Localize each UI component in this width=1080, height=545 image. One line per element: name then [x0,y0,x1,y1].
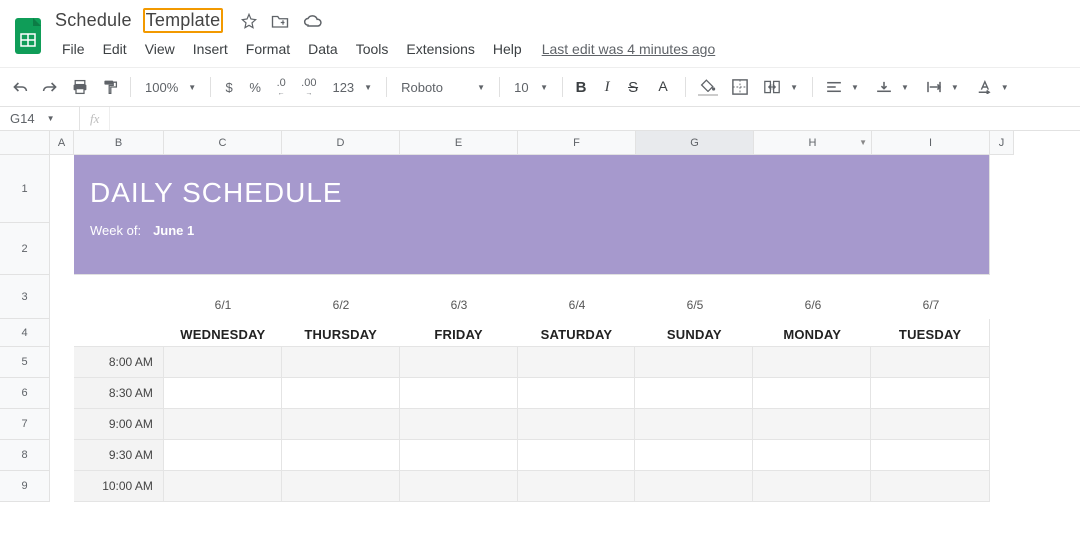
date-3: 6/4 [569,298,586,312]
text-wrap-button[interactable]: ▼ [919,74,967,100]
day-3: SATURDAY [541,327,613,342]
menu-bar: File Edit View Insert Format Data Tools … [54,35,715,63]
toolbar: 100%▼ $ % .0← .00→ 123▼ Roboto▼ 10▼ B I … [0,67,1080,107]
menu-help[interactable]: Help [485,37,530,61]
col-header-E[interactable]: E [400,131,518,155]
date-2: 6/3 [451,298,468,312]
row-header-6[interactable]: 6 [0,378,50,409]
col-header-H[interactable]: H▼ [754,131,872,155]
col-header-A[interactable]: A [50,131,74,155]
chevron-down-icon[interactable]: ▼ [859,138,867,147]
date-4: 6/5 [687,298,704,312]
percent-button[interactable]: % [243,74,267,100]
menu-extensions[interactable]: Extensions [398,37,482,61]
decrease-decimal-button[interactable]: .0← [269,74,293,100]
title-banner[interactable]: DAILY SCHEDULE Week of: June 1 [74,155,990,275]
last-edit-link[interactable]: Last edit was 4 minutes ago [542,41,716,57]
time-row-1[interactable]: 8:30 AM [74,378,990,409]
time-row-0[interactable]: 8:00 AM [74,347,990,378]
merge-cells-button[interactable]: ▼ [756,74,806,100]
day-2: FRIDAY [434,327,482,342]
col-header-D[interactable]: D [282,131,400,155]
font-family-dropdown[interactable]: Roboto▼ [393,74,493,100]
row-header-3[interactable]: 3 [0,275,50,319]
col-header-B[interactable]: B [74,131,164,155]
menu-file[interactable]: File [54,37,93,61]
day-4: SUNDAY [667,327,722,342]
currency-button[interactable]: $ [217,74,241,100]
print-button[interactable] [66,74,94,100]
font-size-dropdown[interactable]: 10▼ [506,74,556,100]
vertical-align-button[interactable]: ▼ [869,74,917,100]
row-header-2[interactable]: 2 [0,223,50,275]
menu-format[interactable]: Format [238,37,298,61]
text-rotation-button[interactable]: ▼ [969,74,1017,100]
row-header-9[interactable]: 9 [0,471,50,502]
cloud-saved-icon[interactable] [303,13,323,29]
move-icon[interactable] [271,13,289,29]
title-bar: Schedule Template File Edit View Insert … [0,0,1080,63]
bold-button[interactable]: B [569,74,593,100]
doc-title-part2-highlighted[interactable]: Template [143,8,224,33]
doc-title-part1[interactable]: Schedule [54,8,133,33]
formula-input[interactable] [110,107,1080,130]
row-header-7[interactable]: 7 [0,409,50,440]
sheet-cells[interactable]: DAILY SCHEDULE Week of: June 1 6/1 6/2 6/… [50,155,1080,536]
col-header-F[interactable]: F [518,131,636,155]
zoom-dropdown[interactable]: 100%▼ [137,74,204,100]
row-header-4[interactable]: 4 [0,319,50,347]
fx-label: fx [80,107,110,130]
date-1: 6/2 [333,298,350,312]
row-header-8[interactable]: 8 [0,440,50,471]
row-header-5[interactable]: 5 [0,347,50,378]
paint-format-button[interactable] [96,74,124,100]
menu-tools[interactable]: Tools [348,37,397,61]
name-box[interactable]: G14▼ [0,107,80,130]
borders-button[interactable] [726,74,754,100]
redo-button[interactable] [36,74,64,100]
undo-button[interactable] [6,74,34,100]
menu-insert[interactable]: Insert [185,37,236,61]
row-header-1[interactable]: 1 [0,155,50,223]
select-all-corner[interactable] [0,131,50,155]
time-row-3[interactable]: 9:30 AM [74,440,990,471]
day-0: WEDNESDAY [180,327,265,342]
fill-color-button[interactable] [692,74,724,100]
italic-button[interactable]: I [595,74,619,100]
text-color-button[interactable]: A [647,74,679,100]
col-header-J[interactable]: J [990,131,1014,155]
spreadsheet-grid: 1 2 3 4 5 6 7 8 9 A B C D E F G H▼ I J D… [0,131,1080,536]
day-6: TUESDAY [899,327,961,342]
horizontal-align-button[interactable]: ▼ [819,74,867,100]
day-1: THURSDAY [304,327,377,342]
col-header-I[interactable]: I [872,131,990,155]
formula-bar-row: G14▼ fx [0,107,1080,131]
strikethrough-button[interactable]: S [621,74,645,100]
increase-decimal-button[interactable]: .00→ [295,74,322,100]
sheets-logo[interactable] [8,16,48,56]
star-icon[interactable] [241,13,257,29]
day-5: MONDAY [783,327,841,342]
date-5: 6/6 [805,298,822,312]
number-format-dropdown[interactable]: 123▼ [324,74,380,100]
menu-data[interactable]: Data [300,37,346,61]
schedule-title: DAILY SCHEDULE [90,177,973,209]
col-header-C[interactable]: C [164,131,282,155]
menu-view[interactable]: View [137,37,183,61]
menu-edit[interactable]: Edit [95,37,135,61]
week-of-label: Week of: [90,223,141,238]
date-0: 6/1 [215,298,232,312]
time-row-2[interactable]: 9:00 AM [74,409,990,440]
time-row-4[interactable]: 10:00 AM [74,471,990,502]
date-6: 6/7 [923,298,940,312]
col-header-G[interactable]: G [636,131,754,155]
week-of-value: June 1 [153,223,194,238]
